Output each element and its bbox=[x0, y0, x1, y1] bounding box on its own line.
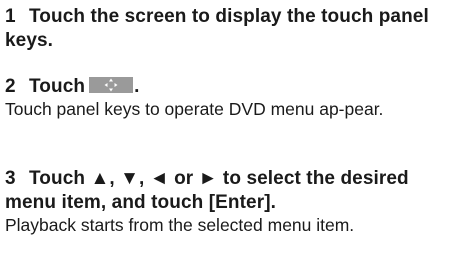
step-2-heading-suffix: . bbox=[134, 76, 140, 97]
directional-pad-icon bbox=[89, 77, 134, 93]
step-1-number: 1 bbox=[5, 6, 16, 27]
step-3-number: 3 bbox=[5, 168, 16, 189]
step-1-heading-text: Touch the screen to display the touch pa… bbox=[5, 6, 429, 51]
step-2-heading: 2 Touch. bbox=[5, 75, 457, 99]
step-2-number: 2 bbox=[5, 76, 16, 97]
step-1: 1 Touch the screen to display the touch p… bbox=[5, 5, 457, 53]
step-3-body: Playback starts from the selected menu i… bbox=[5, 215, 355, 235]
step-3-heading: 3 Touch ▲, ▼, ◄ or ► to select the desire… bbox=[5, 167, 457, 215]
step-2-body: Touch panel keys to operate DVD menu ap-… bbox=[5, 99, 384, 119]
step-2-heading-prefix: Touch bbox=[29, 76, 86, 97]
step-3-heading-text: Touch ▲, ▼, ◄ or ► to select the desired… bbox=[5, 168, 409, 213]
step-2: 2 Touch. Touch panel keys to operate DVD … bbox=[5, 75, 457, 120]
step-3: 3 Touch ▲, ▼, ◄ or ► to select the desire… bbox=[5, 167, 457, 236]
step-1-heading: 1 Touch the screen to display the touch p… bbox=[5, 5, 457, 53]
